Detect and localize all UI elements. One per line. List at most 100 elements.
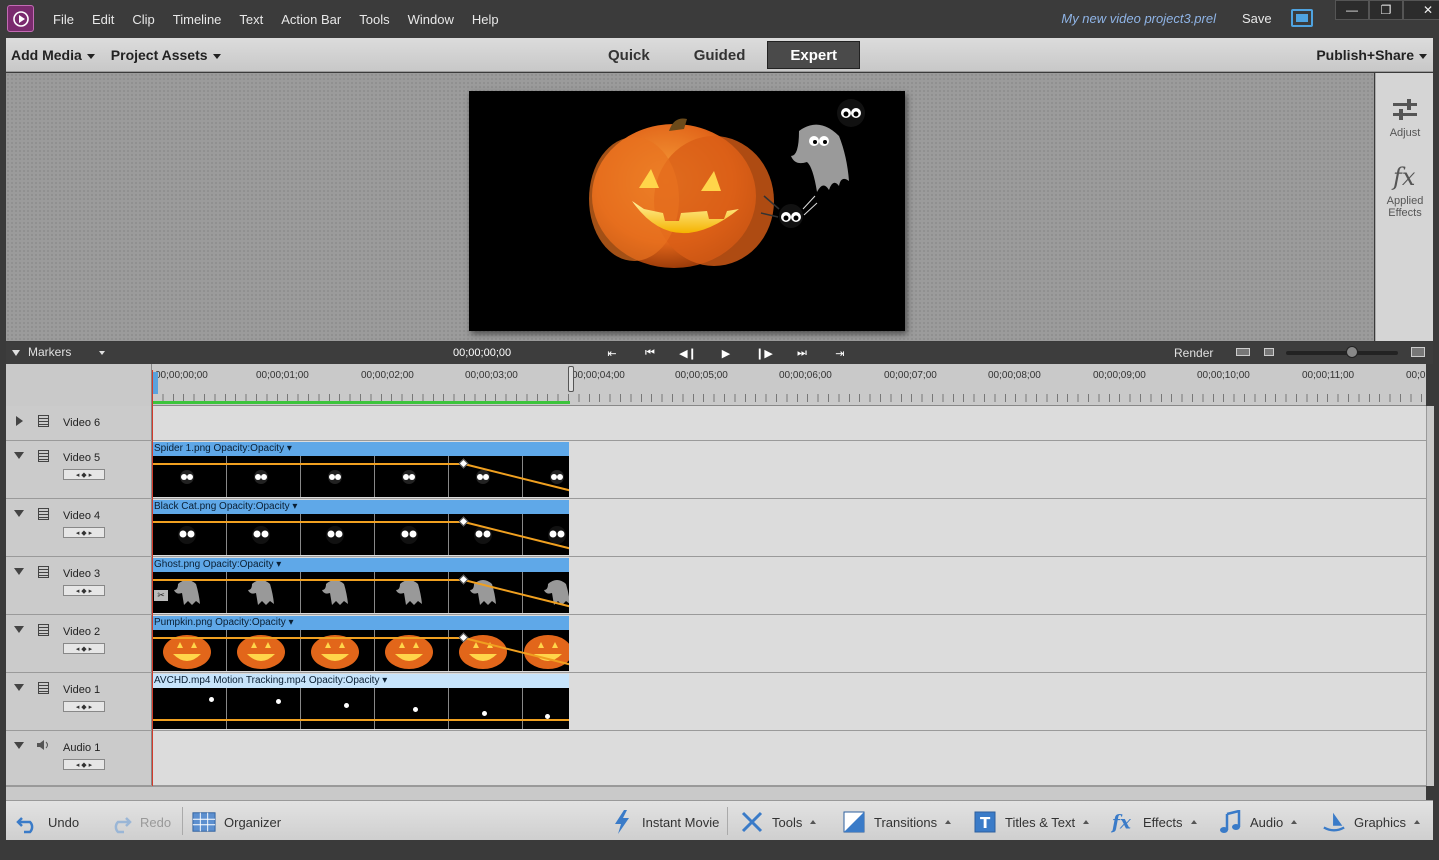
add-media-button[interactable]: Add Media xyxy=(11,47,95,63)
clip-pumpkin[interactable]: Pumpkin.png Opacity:Opacity ▾ xyxy=(152,616,569,671)
clip-header[interactable]: Pumpkin.png Opacity:Opacity ▾ xyxy=(152,616,569,630)
step-back-icon[interactable]: ◀❙ xyxy=(669,344,707,362)
zoom-in-icon[interactable] xyxy=(1411,347,1425,357)
render-button[interactable]: Render xyxy=(1174,346,1213,360)
collapse-icon[interactable] xyxy=(14,742,24,749)
graphics-button[interactable]: Graphics xyxy=(1322,810,1421,834)
publish-share-button[interactable]: Publish+Share xyxy=(1316,47,1427,63)
clip-header[interactable]: Ghost.png Opacity:Opacity ▾ xyxy=(152,558,569,572)
tab-quick[interactable]: Quick xyxy=(586,41,672,69)
track-lane[interactable] xyxy=(152,731,1426,785)
opacity-rubberband[interactable] xyxy=(152,719,569,721)
sliders-icon xyxy=(1393,99,1417,120)
maximize-button[interactable]: ❐ xyxy=(1369,0,1403,20)
menu-text[interactable]: Text xyxy=(230,12,272,27)
transitions-button[interactable]: Transitions xyxy=(842,810,952,834)
titles-text-button[interactable]: T Titles & Text xyxy=(973,810,1090,834)
close-button[interactable]: ✕ xyxy=(1403,0,1439,20)
save-button[interactable]: Save xyxy=(1242,11,1272,26)
vertical-scrollbar[interactable] xyxy=(1426,406,1434,786)
menu-timeline[interactable]: Timeline xyxy=(164,12,231,27)
work-area-bar[interactable] xyxy=(152,401,570,404)
go-to-in-icon[interactable]: ⇤ xyxy=(593,344,631,362)
clip-black-cat[interactable]: Black Cat.png Opacity:Opacity ▾ xyxy=(152,500,569,555)
applied-effects-button[interactable]: fx Applied Effects xyxy=(1376,163,1434,219)
go-to-out-icon[interactable]: ⇥ xyxy=(821,344,859,362)
horizontal-scrollbar[interactable] xyxy=(6,786,1426,800)
scissors-icon[interactable]: ✂ xyxy=(154,590,168,601)
ruler-label: 00;00;09;00 xyxy=(1093,370,1146,381)
keyframe-controls[interactable]: ◂ ◆ ▸ xyxy=(63,585,105,596)
go-to-end-icon[interactable]: ⏭ xyxy=(783,344,821,362)
project-assets-label: Project Assets xyxy=(110,47,208,63)
play-icon[interactable]: ▶ xyxy=(707,344,745,362)
current-timecode[interactable]: 00;00;00;00 xyxy=(453,347,511,359)
collapse-icon[interactable] xyxy=(14,510,24,517)
tab-guided[interactable]: Guided xyxy=(672,41,768,69)
tools-button[interactable]: Tools xyxy=(740,810,817,834)
go-to-start-icon[interactable]: ⏮ xyxy=(631,344,669,362)
undo-button[interactable]: Undo xyxy=(16,810,79,834)
film-icon xyxy=(38,415,49,427)
keyframe-controls[interactable]: ◂ ◆ ▸ xyxy=(63,527,105,538)
menu-action-bar[interactable]: Action Bar xyxy=(272,12,350,27)
track-lane[interactable] xyxy=(152,406,1426,440)
instant-movie-button[interactable]: Instant Movie xyxy=(610,810,719,834)
menu-file[interactable]: File xyxy=(44,12,83,27)
opacity-rubberband[interactable] xyxy=(152,521,464,523)
track-lane[interactable]: Ghost.png Opacity:Opacity ▾ ✂ xyxy=(152,557,1426,614)
full-screen-icon[interactable] xyxy=(1291,9,1313,27)
track-lane[interactable]: Pumpkin.png Opacity:Opacity ▾ xyxy=(152,615,1426,672)
track-lane[interactable]: Spider 1.png Opacity:Opacity ▾ xyxy=(152,441,1426,498)
project-assets-button[interactable]: Project Assets xyxy=(111,47,221,63)
step-forward-icon[interactable]: ❙▶ xyxy=(745,344,783,362)
opacity-rubberband[interactable] xyxy=(152,579,464,581)
fit-timeline-icon[interactable] xyxy=(1236,348,1250,356)
clip-spider[interactable]: Spider 1.png Opacity:Opacity ▾ xyxy=(152,442,569,497)
redo-button[interactable]: Redo xyxy=(108,810,171,834)
track-header: Video 1 ◂ ◆ ▸ xyxy=(6,673,152,730)
audio-button[interactable]: Audio xyxy=(1218,810,1298,834)
opacity-rubberband[interactable] xyxy=(152,637,464,639)
track-video-2: Video 2 ◂ ◆ ▸ Pumpkin.png Opacity:Opacit… xyxy=(6,615,1426,673)
markers-dropdown[interactable]: Markers xyxy=(12,345,106,359)
clip-avchd[interactable]: AVCHD.mp4 Motion Tracking.mp4 Opacity:Op… xyxy=(152,674,569,729)
menu-edit[interactable]: Edit xyxy=(83,12,123,27)
timeline-end-marker[interactable] xyxy=(568,366,574,392)
video-preview[interactable] xyxy=(469,91,905,331)
track-lane[interactable]: AVCHD.mp4 Motion Tracking.mp4 Opacity:Op… xyxy=(152,673,1426,730)
collapse-icon[interactable] xyxy=(14,568,24,575)
zoom-slider[interactable] xyxy=(1286,351,1398,355)
clip-header[interactable]: Spider 1.png Opacity:Opacity ▾ xyxy=(152,442,569,456)
menu-window[interactable]: Window xyxy=(399,12,463,27)
keyframe-controls[interactable]: ◂ ◆ ▸ xyxy=(63,759,105,770)
menu-clip[interactable]: Clip xyxy=(123,12,163,27)
collapse-icon[interactable] xyxy=(14,626,24,633)
collapse-icon[interactable] xyxy=(14,684,24,691)
transitions-label: Transitions xyxy=(874,814,938,830)
adjust-button[interactable]: Adjust xyxy=(1376,99,1434,139)
expand-icon[interactable] xyxy=(16,416,23,426)
zoom-slider-thumb[interactable] xyxy=(1346,346,1358,358)
zoom-out-icon[interactable] xyxy=(1264,348,1274,356)
track-lane[interactable]: Black Cat.png Opacity:Opacity ▾ xyxy=(152,499,1426,556)
effects-button[interactable]: fx Effects xyxy=(1111,810,1197,834)
collapse-icon[interactable] xyxy=(14,452,24,459)
clip-ghost[interactable]: Ghost.png Opacity:Opacity ▾ ✂ xyxy=(152,558,569,613)
track-video-4: Video 4 ◂ ◆ ▸ Black Cat.png Opacity:Opac… xyxy=(6,499,1426,557)
menu-tools[interactable]: Tools xyxy=(350,12,398,27)
minimize-button[interactable]: — xyxy=(1335,0,1369,20)
keyframe-controls[interactable]: ◂ ◆ ▸ xyxy=(63,701,105,712)
ruler-label: 00;00;11;00 xyxy=(1302,370,1355,381)
tab-expert[interactable]: Expert xyxy=(767,41,861,69)
clip-header[interactable]: AVCHD.mp4 Motion Tracking.mp4 Opacity:Op… xyxy=(152,674,569,688)
instant-movie-label: Instant Movie xyxy=(642,814,720,830)
motion-dot xyxy=(482,711,487,716)
menu-help[interactable]: Help xyxy=(463,12,508,27)
clip-header[interactable]: Black Cat.png Opacity:Opacity ▾ xyxy=(152,500,569,514)
keyframe-controls[interactable]: ◂ ◆ ▸ xyxy=(63,643,105,654)
keyframe-controls[interactable]: ◂ ◆ ▸ xyxy=(63,469,105,480)
opacity-rubberband[interactable] xyxy=(152,463,464,465)
time-ruler[interactable]: 00;00;00;00 00;00;01;00 00;00;02;00 00;0… xyxy=(152,364,1426,406)
organizer-button[interactable]: Organizer xyxy=(192,810,281,834)
